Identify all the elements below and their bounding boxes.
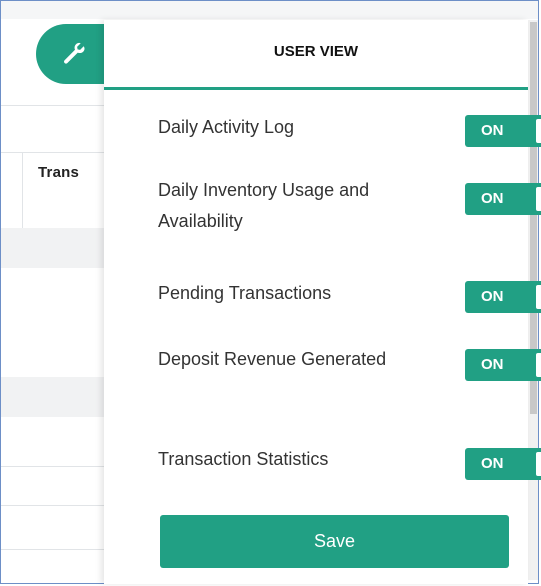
toggle-knob [536,285,541,309]
table-row [1,228,104,268]
toggle-knob [536,187,541,211]
daily-inventory-toggle[interactable]: ON [465,183,541,215]
table-divider [1,466,104,467]
toggle-knob [536,353,541,377]
toggle-state: ON [481,190,504,207]
user-view-panel: USER VIEW Daily Activity Log ON Daily In… [104,20,541,584]
save-button[interactable]: Save [160,515,509,568]
toggle-state: ON [481,288,504,305]
table-column-header: Trans [38,164,80,181]
setting-label: Daily Activity Log [158,117,295,137]
wrench-icon [64,42,85,64]
toggle-state: ON [481,356,504,373]
panel-title: USER VIEW [273,43,359,60]
top-bar [1,1,538,19]
setting-label: Pending Transactions [158,283,332,303]
table-divider [1,505,104,506]
panel-title-underline [104,87,528,90]
transaction-statistics-toggle[interactable]: ON [465,448,541,480]
setting-label: Daily Inventory Usage and Availability [158,180,370,231]
table-divider [1,152,104,153]
setting-label: Deposit Revenue Generated [158,349,387,369]
pending-transactions-toggle[interactable]: ON [465,281,541,313]
deposit-revenue-toggle[interactable]: ON [465,349,541,381]
daily-activity-log-toggle[interactable]: ON [465,115,541,147]
toggle-knob [536,452,541,476]
setting-label: Transaction Statistics [158,449,329,469]
table-row [1,377,104,417]
toggle-state: ON [481,455,504,472]
table-column-divider [22,152,23,228]
table-divider [1,105,104,106]
toggle-knob [536,119,541,143]
toggle-state: ON [481,122,504,139]
table-divider [1,549,104,550]
